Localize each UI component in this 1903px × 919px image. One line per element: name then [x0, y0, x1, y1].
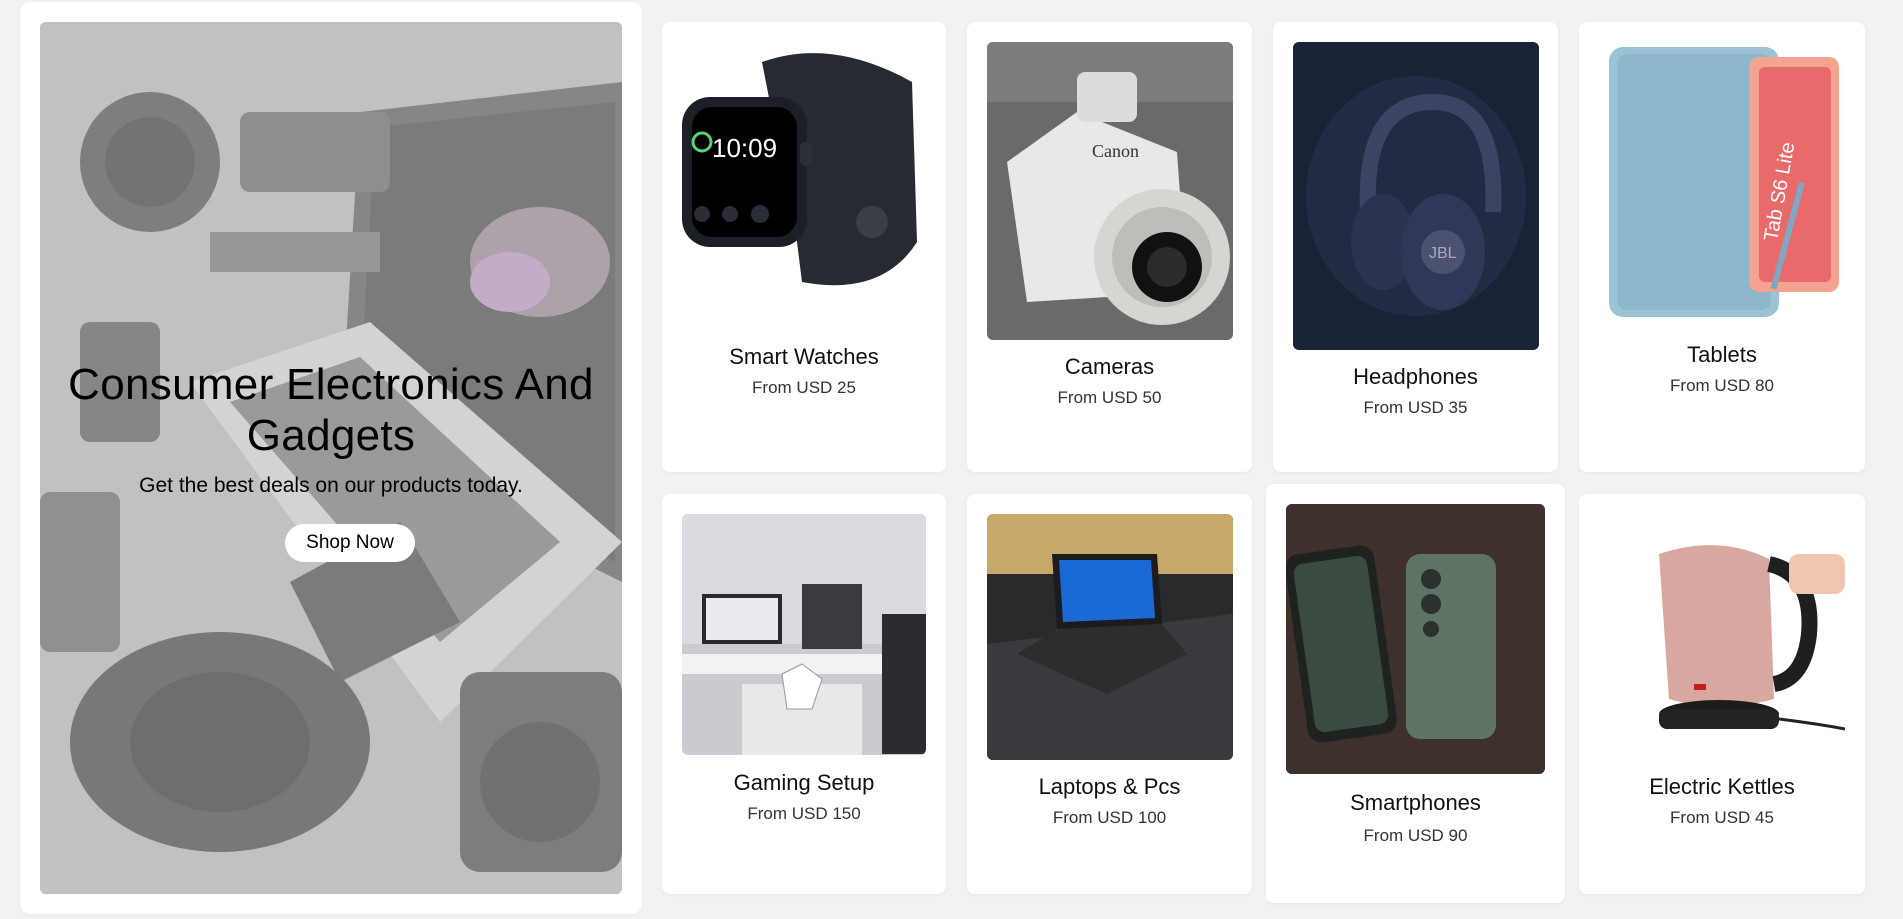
- svg-text:10:09: 10:09: [712, 133, 777, 163]
- smartwatch-image: 10:09: [682, 42, 926, 294]
- svg-text:Canon: Canon: [1092, 141, 1139, 161]
- product-price: From USD 45: [1670, 808, 1774, 827]
- product-name: Cameras: [1064, 354, 1155, 379]
- product-name: Smartphones: [1350, 790, 1481, 815]
- hero-card: Consumer Electronics And Gadgets Get the…: [20, 2, 642, 914]
- camera-image: Canon: [987, 42, 1233, 340]
- product-name: Laptops & Pcs: [1038, 774, 1181, 799]
- product-card-smartphones[interactable]: Smartphones From USD 90: [1266, 484, 1565, 903]
- product-price: From USD 80: [1670, 376, 1774, 395]
- product-card-laptops-pcs[interactable]: Laptops & Pcs From USD 100: [967, 494, 1252, 894]
- product-name: Electric Kettles: [1649, 774, 1795, 799]
- product-price: From USD 90: [1363, 826, 1468, 845]
- product-price: From USD 150: [747, 804, 861, 823]
- product-name: Tablets: [1687, 342, 1757, 367]
- laptop-image: [987, 514, 1233, 760]
- product-name: Gaming Setup: [733, 770, 875, 795]
- smartphone-image: [1286, 504, 1545, 774]
- headphones-image: JBL: [1293, 42, 1539, 350]
- hero-banner-image: Consumer Electronics And Gadgets Get the…: [40, 22, 622, 894]
- gaming-setup-image: [682, 514, 926, 755]
- hero-title: Consumer Electronics And Gadgets: [68, 360, 594, 460]
- hero-subtitle: Get the best deals on our products today…: [139, 474, 523, 497]
- product-card-cameras[interactable]: Canon Cameras From USD 50: [967, 22, 1252, 472]
- kettle-image: [1599, 514, 1845, 760]
- product-name: Headphones: [1353, 364, 1478, 389]
- tablet-image: Tab S6 Lite: [1599, 42, 1845, 326]
- product-card-tablets[interactable]: Tab S6 Lite Tablets From USD 80: [1579, 22, 1865, 472]
- product-price: From USD 50: [1057, 388, 1162, 407]
- product-card-electric-kettles[interactable]: Electric Kettles From USD 45: [1579, 494, 1865, 894]
- product-price: From USD 25: [752, 378, 856, 397]
- product-card-smart-watches[interactable]: 10:09 Smart Watches From USD 25: [662, 22, 946, 472]
- product-price: From USD 35: [1363, 398, 1468, 417]
- shop-now-button[interactable]: Shop Now: [285, 524, 415, 562]
- product-card-gaming-setup[interactable]: Gaming Setup From USD 150: [662, 494, 946, 894]
- product-name: Smart Watches: [729, 344, 879, 369]
- product-card-headphones[interactable]: JBL Headphones From USD 35: [1273, 22, 1558, 472]
- svg-text:JBL: JBL: [1429, 245, 1457, 262]
- product-price: From USD 100: [1052, 808, 1167, 827]
